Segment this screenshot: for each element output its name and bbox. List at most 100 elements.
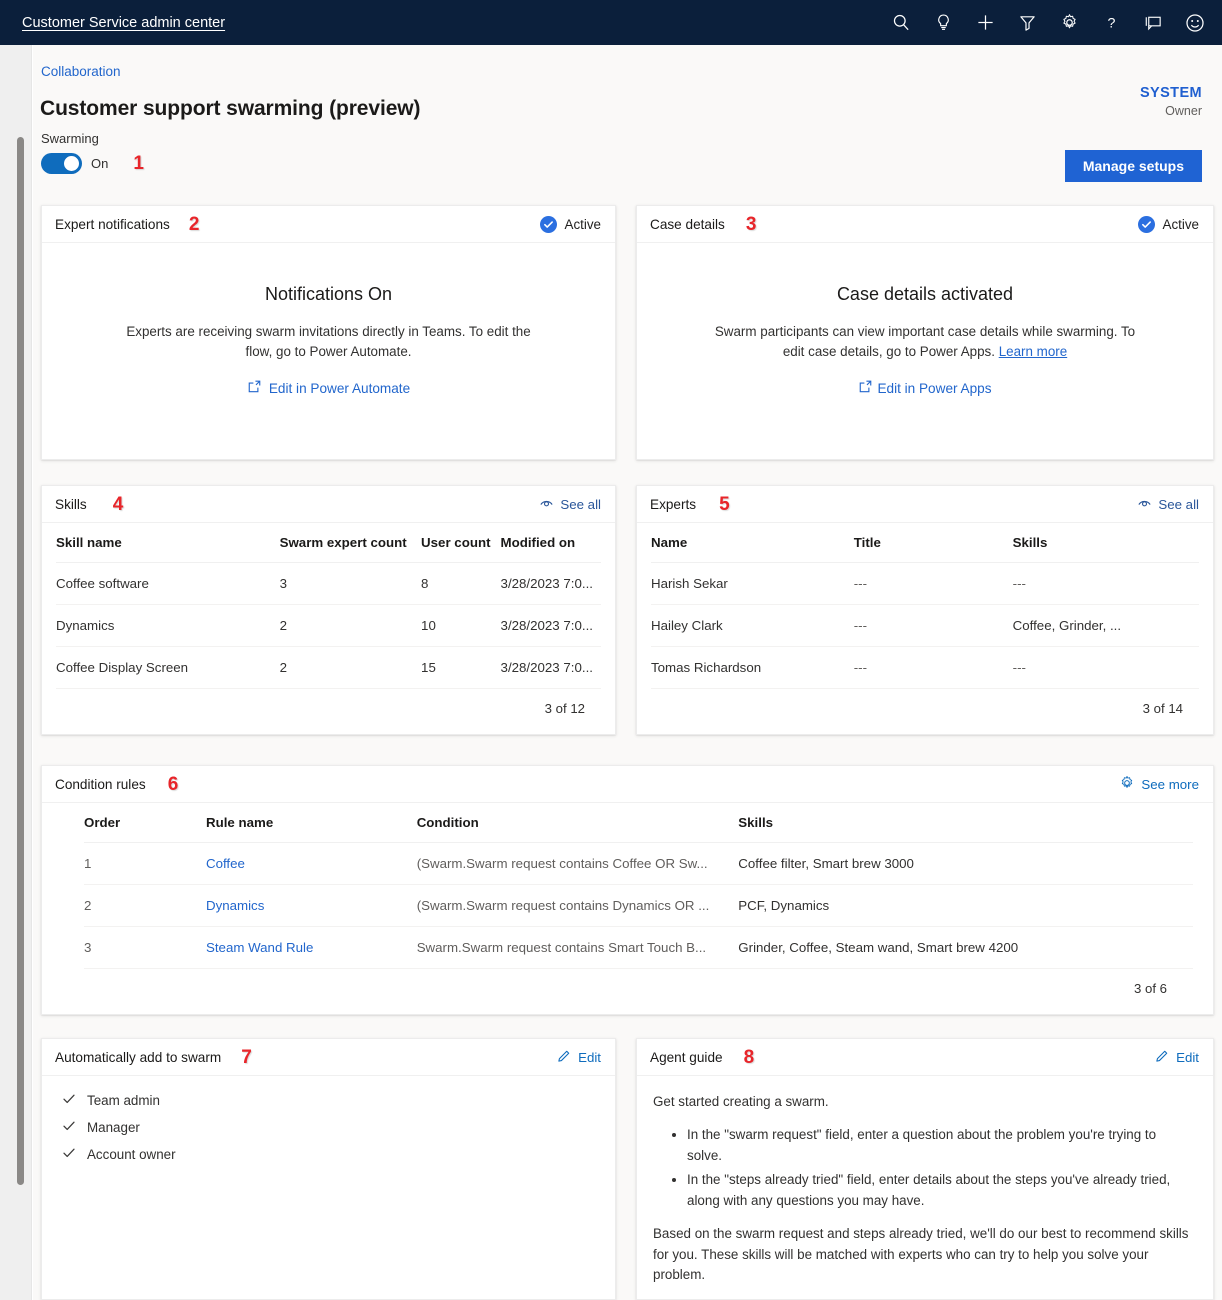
edit-in-power-automate-link[interactable]: Edit in Power Automate bbox=[247, 379, 410, 397]
agent-guide-card: Agent guide 8 Edit Get started creating … bbox=[636, 1038, 1214, 1300]
help-icon[interactable]: ? bbox=[1100, 12, 1122, 34]
toggle-knob bbox=[64, 156, 79, 171]
case-details-header: Case details 3 Active bbox=[637, 206, 1213, 243]
agent-guide-header: Agent guide 8 Edit bbox=[637, 1039, 1213, 1076]
owner-info: SYSTEM Owner bbox=[1140, 85, 1202, 118]
experts-cell-skills: --- bbox=[1013, 647, 1199, 689]
edit-in-power-apps-link[interactable]: Edit in Power Apps bbox=[858, 379, 991, 397]
rules-cell-name[interactable]: Coffee bbox=[206, 843, 417, 885]
experts-see-all-label: See all bbox=[1158, 497, 1199, 512]
agent-guide-intro: Get started creating a swarm. bbox=[653, 1092, 1191, 1113]
annotation-3: 3 bbox=[746, 215, 757, 234]
experts-cell-title: --- bbox=[854, 605, 1013, 647]
condition-rules-see-more-button[interactable]: See more bbox=[1119, 775, 1199, 794]
expert-notifications-card: Expert notifications 2 Active Notificati… bbox=[41, 205, 616, 460]
rules-cell-skills: PCF, Dynamics bbox=[738, 885, 1193, 927]
case-details-hero-title: Case details activated bbox=[837, 284, 1013, 305]
auto-add-item-label: Manager bbox=[87, 1120, 140, 1135]
pencil-icon bbox=[1155, 1048, 1170, 1066]
skills-cell-expert-count: 2 bbox=[280, 647, 421, 689]
table-row[interactable]: 2 Dynamics (Swarm.Swarm request contains… bbox=[84, 885, 1193, 927]
check-icon bbox=[62, 1119, 76, 1136]
scrollbar-thumb[interactable] bbox=[17, 137, 24, 1185]
condition-rules-header: Condition rules 6 See more bbox=[42, 766, 1213, 803]
external-link-icon bbox=[858, 379, 873, 397]
agent-guide-edit-label: Edit bbox=[1176, 1050, 1199, 1065]
skills-cell-user-count: 8 bbox=[421, 563, 501, 605]
condition-rules-record-count: 3 of 6 bbox=[84, 969, 1193, 996]
edit-in-power-apps-label: Edit in Power Apps bbox=[877, 381, 991, 396]
manage-setups-button[interactable]: Manage setups bbox=[1065, 150, 1202, 182]
annotation-4: 4 bbox=[113, 495, 124, 514]
list-item: Team admin bbox=[62, 1092, 597, 1109]
owner-role: Owner bbox=[1140, 104, 1202, 118]
skills-table: Skill name Swarm expert count User count… bbox=[56, 523, 601, 689]
swarming-toggle[interactable] bbox=[41, 153, 82, 174]
expert-notifications-header: Expert notifications 2 Active bbox=[42, 206, 615, 243]
skills-cell-user-count: 10 bbox=[421, 605, 501, 647]
filter-icon[interactable] bbox=[1016, 12, 1038, 34]
gear-icon[interactable] bbox=[1058, 12, 1080, 34]
skills-cell-name: Coffee Display Screen bbox=[56, 647, 280, 689]
agent-guide-title: Agent guide bbox=[650, 1050, 723, 1065]
table-row[interactable]: 3 Steam Wand Rule Swarm.Swarm request co… bbox=[84, 927, 1193, 969]
condition-rules-header-row: Order Rule name Condition Skills bbox=[84, 803, 1193, 843]
experts-table-wrap: Name Title Skills Harish Sekar --- --- H… bbox=[637, 523, 1213, 716]
table-row[interactable]: Hailey Clark --- Coffee, Grinder, ... bbox=[651, 605, 1199, 647]
swarming-toggle-group: Swarming On 1 bbox=[41, 131, 144, 174]
skills-cell-expert-count: 2 bbox=[280, 605, 421, 647]
auto-add-edit-button[interactable]: Edit bbox=[557, 1048, 601, 1066]
skills-cell-name: Coffee software bbox=[56, 563, 280, 605]
case-details-status: Active bbox=[1138, 216, 1199, 233]
table-row[interactable]: 1 Coffee (Swarm.Swarm request contains C… bbox=[84, 843, 1193, 885]
check-icon bbox=[62, 1092, 76, 1109]
breadcrumb[interactable]: Collaboration bbox=[41, 64, 121, 79]
smiley-icon[interactable] bbox=[1184, 12, 1206, 34]
table-row[interactable]: Tomas Richardson --- --- bbox=[651, 647, 1199, 689]
experts-col-title: Title bbox=[854, 523, 1013, 563]
annotation-5: 5 bbox=[719, 495, 730, 514]
rules-cell-name[interactable]: Dynamics bbox=[206, 885, 417, 927]
annotation-2: 2 bbox=[189, 215, 200, 234]
search-icon[interactable] bbox=[890, 12, 912, 34]
learn-more-link[interactable]: Learn more bbox=[999, 344, 1067, 359]
experts-cell-title: --- bbox=[854, 563, 1013, 605]
experts-record-count: 3 of 14 bbox=[651, 689, 1199, 716]
skills-col-skill-name: Skill name bbox=[56, 523, 280, 563]
list-item: In the "swarm request" field, enter a qu… bbox=[687, 1125, 1191, 1167]
skills-cell-modified: 3/28/2023 7:0... bbox=[501, 563, 601, 605]
table-row[interactable]: Coffee Display Screen 2 15 3/28/2023 7:0… bbox=[56, 647, 601, 689]
case-details-title: Case details bbox=[650, 217, 725, 232]
feedback-chat-icon[interactable] bbox=[1142, 12, 1164, 34]
experts-cell-skills: --- bbox=[1013, 563, 1199, 605]
page-scrollbar[interactable] bbox=[0, 45, 32, 1300]
rules-col-condition: Condition bbox=[417, 803, 739, 843]
condition-rules-see-more-label: See more bbox=[1141, 777, 1199, 792]
automatically-add-to-swarm-card: Automatically add to swarm 7 Edit Team a… bbox=[41, 1038, 616, 1300]
rules-cell-name[interactable]: Steam Wand Rule bbox=[206, 927, 417, 969]
experts-cell-name: Harish Sekar bbox=[651, 563, 854, 605]
lightbulb-icon[interactable] bbox=[932, 12, 954, 34]
list-item: Manager bbox=[62, 1119, 597, 1136]
experts-see-all-button[interactable]: See all bbox=[1137, 495, 1199, 513]
edit-in-power-automate-label: Edit in Power Automate bbox=[269, 381, 410, 396]
table-row[interactable]: Coffee software 3 8 3/28/2023 7:0... bbox=[56, 563, 601, 605]
swarming-toggle-row: On 1 bbox=[41, 153, 144, 174]
table-row[interactable]: Dynamics 2 10 3/28/2023 7:0... bbox=[56, 605, 601, 647]
agent-guide-edit-button[interactable]: Edit bbox=[1155, 1048, 1199, 1066]
header-icon-group: ? bbox=[890, 12, 1210, 34]
rules-cell-order: 1 bbox=[84, 843, 206, 885]
case-details-desc-text: Swarm participants can view important ca… bbox=[715, 324, 1135, 359]
rules-cell-order: 2 bbox=[84, 885, 206, 927]
skills-see-all-button[interactable]: See all bbox=[539, 495, 601, 513]
swarming-label: Swarming bbox=[41, 131, 144, 146]
plus-icon[interactable] bbox=[974, 12, 996, 34]
auto-add-list: Team admin Manager Account owner bbox=[42, 1076, 615, 1163]
table-row[interactable]: Harish Sekar --- --- bbox=[651, 563, 1199, 605]
skills-see-all-label: See all bbox=[560, 497, 601, 512]
skills-card: Skills 4 See all Skill name Swarm expert… bbox=[41, 485, 616, 735]
app-title-link[interactable]: Customer Service admin center bbox=[22, 15, 225, 31]
auto-add-header: Automatically add to swarm 7 Edit bbox=[42, 1039, 615, 1076]
skills-cell-expert-count: 3 bbox=[280, 563, 421, 605]
experts-cell-skills: Coffee, Grinder, ... bbox=[1013, 605, 1199, 647]
